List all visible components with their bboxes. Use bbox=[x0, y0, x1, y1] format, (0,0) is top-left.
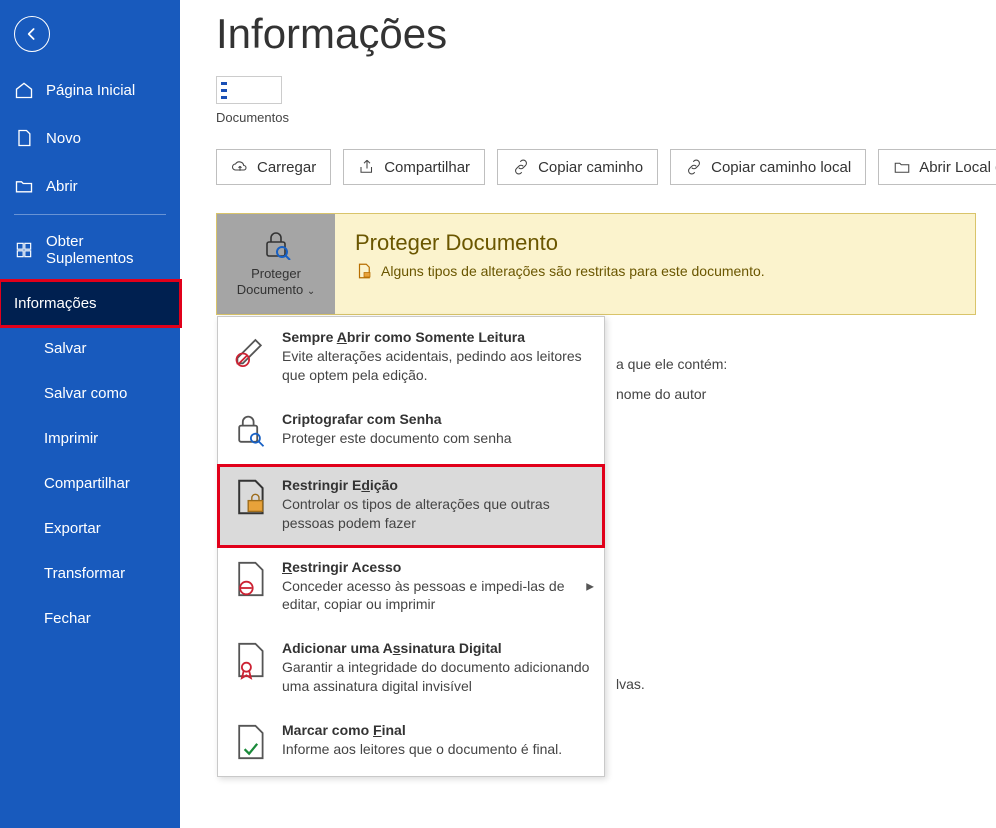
nav-save-label: Salvar bbox=[44, 340, 87, 357]
protect-document-menu: Sempre Abrir como Somente Leitura Evite … bbox=[217, 316, 605, 777]
nav-save[interactable]: Salvar bbox=[0, 326, 180, 371]
nav-export[interactable]: Exportar bbox=[0, 506, 180, 551]
copy-path-button[interactable]: Copiar caminho bbox=[497, 149, 658, 185]
open-location-button[interactable]: Abrir Local do Arc bbox=[878, 149, 996, 185]
document-thumbnail[interactable] bbox=[216, 76, 282, 104]
menu-signature-desc: Garantir a integridade do documento adic… bbox=[282, 658, 590, 696]
nav-saveas-label: Salvar como bbox=[44, 385, 127, 402]
nav-separator bbox=[14, 214, 166, 215]
menu-encrypt-desc: Proteger este documento com senha bbox=[282, 429, 512, 448]
main-content: Informações Documentos Carregar Comparti… bbox=[180, 0, 996, 828]
nav-share[interactable]: Compartilhar bbox=[0, 461, 180, 506]
link-icon bbox=[512, 158, 530, 176]
nav-transform[interactable]: Transformar bbox=[0, 551, 180, 596]
copy-local-path-button[interactable]: Copiar caminho local bbox=[670, 149, 866, 185]
nav-info-label: Informações bbox=[14, 295, 97, 312]
nav-addins-label: Obter Suplementos bbox=[46, 233, 166, 267]
nav-close[interactable]: Fechar bbox=[0, 596, 180, 641]
menu-encrypt-title: Criptografar com Senha bbox=[282, 411, 512, 427]
open-location-label: Abrir Local do Arc bbox=[919, 159, 996, 176]
action-toolbar: Carregar Compartilhar Copiar caminho Cop… bbox=[216, 149, 996, 185]
addins-icon bbox=[14, 240, 34, 260]
chevron-right-icon: ▶ bbox=[586, 582, 594, 593]
doc-lock-icon bbox=[355, 262, 373, 280]
menu-add-signature[interactable]: Adicionar uma Assinatura Digital Garanti… bbox=[218, 628, 604, 710]
menu-signature-title: Adicionar uma Assinatura Digital bbox=[282, 640, 590, 656]
doc-block-icon bbox=[232, 559, 268, 599]
doc-check-icon bbox=[232, 722, 268, 762]
share-button[interactable]: Compartilhar bbox=[343, 149, 485, 185]
nav-home[interactable]: Página Inicial bbox=[0, 66, 180, 114]
doc-lock-icon bbox=[232, 477, 268, 517]
arrow-left-icon bbox=[22, 24, 42, 44]
share-icon bbox=[358, 158, 376, 176]
nav-transform-label: Transformar bbox=[44, 565, 125, 582]
menu-readonly-title: Sempre Abrir como Somente Leitura bbox=[282, 329, 590, 345]
copy-local-path-label: Copiar caminho local bbox=[711, 159, 851, 176]
doc-ribbon-icon bbox=[232, 640, 268, 680]
nav-info[interactable]: Informações bbox=[0, 281, 180, 326]
back-button[interactable] bbox=[14, 16, 50, 52]
nav-new[interactable]: Novo bbox=[0, 114, 180, 162]
protect-document-button[interactable]: Proteger Documento ⌄ bbox=[217, 214, 335, 314]
nav-print-label: Imprimir bbox=[44, 430, 98, 447]
document-location-label: Documentos bbox=[216, 110, 996, 125]
pencil-no-icon bbox=[232, 329, 268, 369]
menu-restrict-access-title: Restringir Acesso bbox=[282, 559, 590, 575]
nav-print[interactable]: Imprimir bbox=[0, 416, 180, 461]
upload-label: Carregar bbox=[257, 159, 316, 176]
link-icon bbox=[685, 158, 703, 176]
nav-saveas[interactable]: Salvar como bbox=[0, 371, 180, 416]
nav-addins[interactable]: Obter Suplementos bbox=[0, 219, 180, 281]
protect-title: Proteger Documento bbox=[355, 230, 765, 256]
copy-path-label: Copiar caminho bbox=[538, 159, 643, 176]
menu-final-title: Marcar como Final bbox=[282, 722, 562, 738]
nav-open[interactable]: Abrir bbox=[0, 162, 180, 210]
new-doc-icon bbox=[14, 128, 34, 148]
nav-home-label: Página Inicial bbox=[46, 82, 135, 99]
menu-final-desc: Informe aos leitores que o documento é f… bbox=[282, 740, 562, 759]
nav-share-label: Compartilhar bbox=[44, 475, 130, 492]
nav-new-label: Novo bbox=[46, 130, 81, 147]
nav-export-label: Exportar bbox=[44, 520, 101, 537]
menu-restrict-access[interactable]: Restringir Acesso Conceder acesso às pes… bbox=[218, 547, 604, 629]
menu-restrict-edit-desc: Controlar os tipos de alterações que out… bbox=[282, 495, 590, 533]
nav-close-label: Fechar bbox=[44, 610, 91, 627]
folder-open-icon bbox=[14, 176, 34, 196]
cloud-upload-icon bbox=[231, 158, 249, 176]
menu-restrict-editing[interactable]: Restringir Edição Controlar os tipos de … bbox=[218, 465, 604, 547]
menu-restrict-access-desc: Conceder acesso às pessoas e impedi-las … bbox=[282, 577, 590, 615]
menu-readonly-desc: Evite alterações acidentais, pedindo aos… bbox=[282, 347, 590, 385]
lock-search-icon bbox=[259, 230, 293, 260]
share-label: Compartilhar bbox=[384, 159, 470, 176]
menu-mark-final[interactable]: Marcar como Final Informe aos leitores q… bbox=[218, 710, 604, 776]
backstage-sidebar: Página Inicial Novo Abrir Obter Suplemen… bbox=[0, 0, 180, 828]
page-title: Informações bbox=[216, 10, 996, 58]
protect-document-panel: Proteger Documento ⌄ Proteger Documento … bbox=[216, 213, 976, 315]
folder-open-icon bbox=[893, 158, 911, 176]
background-inspect-text: a que ele contém: nome do autor bbox=[616, 353, 996, 406]
upload-button[interactable]: Carregar bbox=[216, 149, 331, 185]
protect-desc: Alguns tipos de alterações são restritas… bbox=[381, 263, 765, 279]
chevron-down-icon: ⌄ bbox=[307, 286, 315, 297]
nav-open-label: Abrir bbox=[46, 178, 78, 195]
menu-encrypt-password[interactable]: Criptografar com Senha Proteger este doc… bbox=[218, 399, 604, 465]
background-author-text: lvas. bbox=[616, 673, 996, 695]
menu-always-open-readonly[interactable]: Sempre Abrir como Somente Leitura Evite … bbox=[218, 317, 604, 399]
menu-restrict-edit-title: Restringir Edição bbox=[282, 477, 590, 493]
lock-key-icon bbox=[232, 411, 268, 451]
home-icon bbox=[14, 80, 34, 100]
